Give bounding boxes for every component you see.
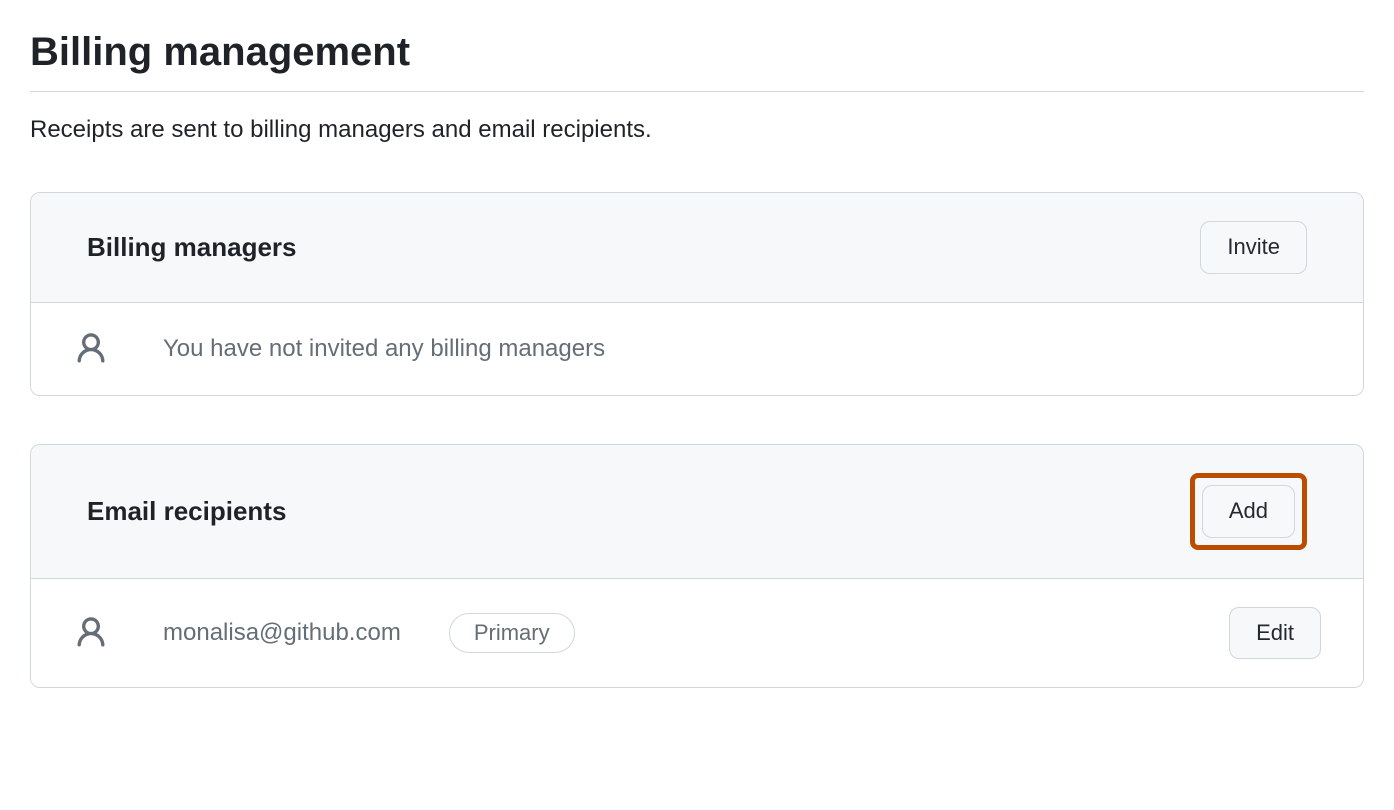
- billing-managers-title: Billing managers: [87, 232, 297, 263]
- edit-button[interactable]: Edit: [1229, 607, 1321, 660]
- billing-managers-empty-text: You have not invited any billing manager…: [163, 335, 1321, 363]
- person-icon: [73, 331, 109, 367]
- email-recipients-header: Email recipients Add: [31, 445, 1363, 579]
- page-title: Billing management: [30, 30, 1364, 92]
- email-address: monalisa@github.com: [163, 619, 401, 647]
- add-button[interactable]: Add: [1202, 485, 1295, 538]
- invite-button[interactable]: Invite: [1200, 221, 1307, 274]
- billing-managers-empty-row: You have not invited any billing manager…: [31, 303, 1363, 395]
- billing-managers-panel: Billing managers Invite You have not inv…: [30, 192, 1364, 396]
- billing-managers-header: Billing managers Invite: [31, 193, 1363, 303]
- email-recipient-row: monalisa@github.com Primary Edit: [31, 579, 1363, 688]
- email-recipients-title: Email recipients: [87, 496, 286, 527]
- primary-badge: Primary: [449, 613, 575, 653]
- person-icon: [73, 615, 109, 651]
- email-recipients-panel: Email recipients Add monalisa@github.com…: [30, 444, 1364, 689]
- add-button-highlight: Add: [1190, 473, 1307, 550]
- email-recipient-content: monalisa@github.com Primary: [163, 613, 1175, 653]
- page-description: Receipts are sent to billing managers an…: [30, 116, 1364, 144]
